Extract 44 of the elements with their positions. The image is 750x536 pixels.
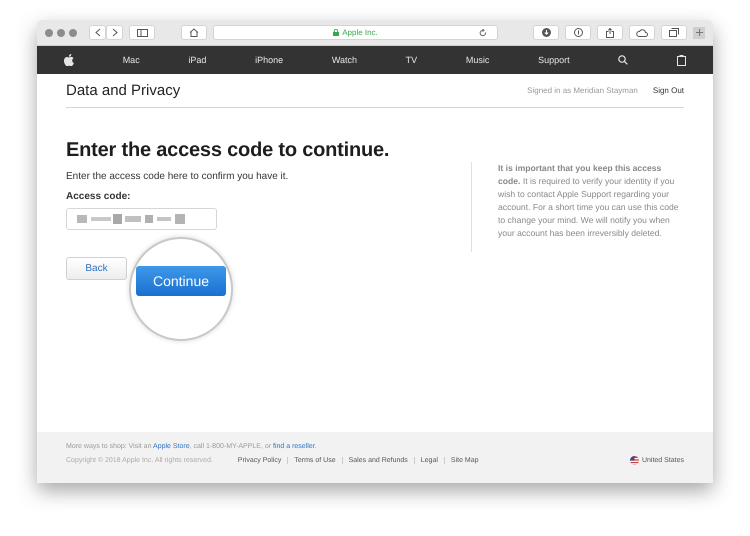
tabs-button[interactable]: [661, 25, 687, 40]
info-button[interactable]: [565, 25, 591, 40]
access-code-field[interactable]: [66, 208, 217, 230]
lock-icon: [333, 29, 340, 36]
sidebar-icon: [136, 28, 148, 36]
nav-link[interactable]: iPhone: [255, 56, 284, 64]
back-nav-button[interactable]: [89, 25, 106, 40]
shopping-bag-icon[interactable]: [676, 54, 686, 66]
instruction-text: Enter the access code here to confirm you have it.: [66, 172, 290, 182]
download-button[interactable]: [533, 25, 559, 40]
chevron-right-icon: [112, 28, 118, 37]
note-text: It is important that you keep this access code. It is required to verify your identity if you wish to contact Apple Support regarding your account. For a short time you can use this code to change your mind. We will notify you when your account has been irreversibly deleted.: [498, 162, 680, 240]
flag-icon: [630, 456, 639, 465]
share-icon: [606, 28, 614, 38]
nav-link[interactable]: Mac: [122, 56, 140, 64]
cloud-icon: [636, 28, 648, 36]
chevron-left-icon: [94, 28, 100, 37]
home-icon: [189, 28, 199, 37]
reload-icon[interactable]: [479, 28, 487, 36]
nav-link[interactable]: iPad: [188, 56, 206, 64]
signed-in-text: Signed in as Meridian Stayman: [527, 86, 638, 94]
page-title: Data and Privacy: [66, 83, 180, 98]
back-button[interactable]: Back: [66, 257, 127, 280]
sidebar-button[interactable]: [129, 25, 155, 40]
sign-out-link[interactable]: Sign Out: [652, 86, 684, 94]
apple-logo-icon[interactable]: [64, 54, 74, 66]
nav-link[interactable]: TV: [406, 56, 418, 64]
share-button[interactable]: [597, 25, 623, 40]
tabs-icon: [669, 28, 679, 37]
nav-link[interactable]: Music: [466, 56, 490, 64]
plus-icon: [696, 29, 702, 36]
nav-link[interactable]: Watch: [332, 56, 357, 64]
cloud-button[interactable]: [629, 25, 655, 40]
continue-button[interactable]: Continue: [136, 266, 226, 296]
heading: Enter the access code to continue.: [66, 140, 390, 160]
nav-link[interactable]: Support: [538, 56, 570, 64]
field-label: Access code:: [66, 192, 132, 202]
search-icon[interactable]: [618, 55, 628, 65]
site-name: Apple Inc.: [342, 28, 378, 36]
home-button[interactable]: [181, 25, 207, 40]
forward-nav-button[interactable]: [106, 25, 123, 40]
info-icon: [574, 28, 582, 37]
new-tab-button[interactable]: [693, 26, 705, 38]
download-icon: [542, 28, 550, 37]
